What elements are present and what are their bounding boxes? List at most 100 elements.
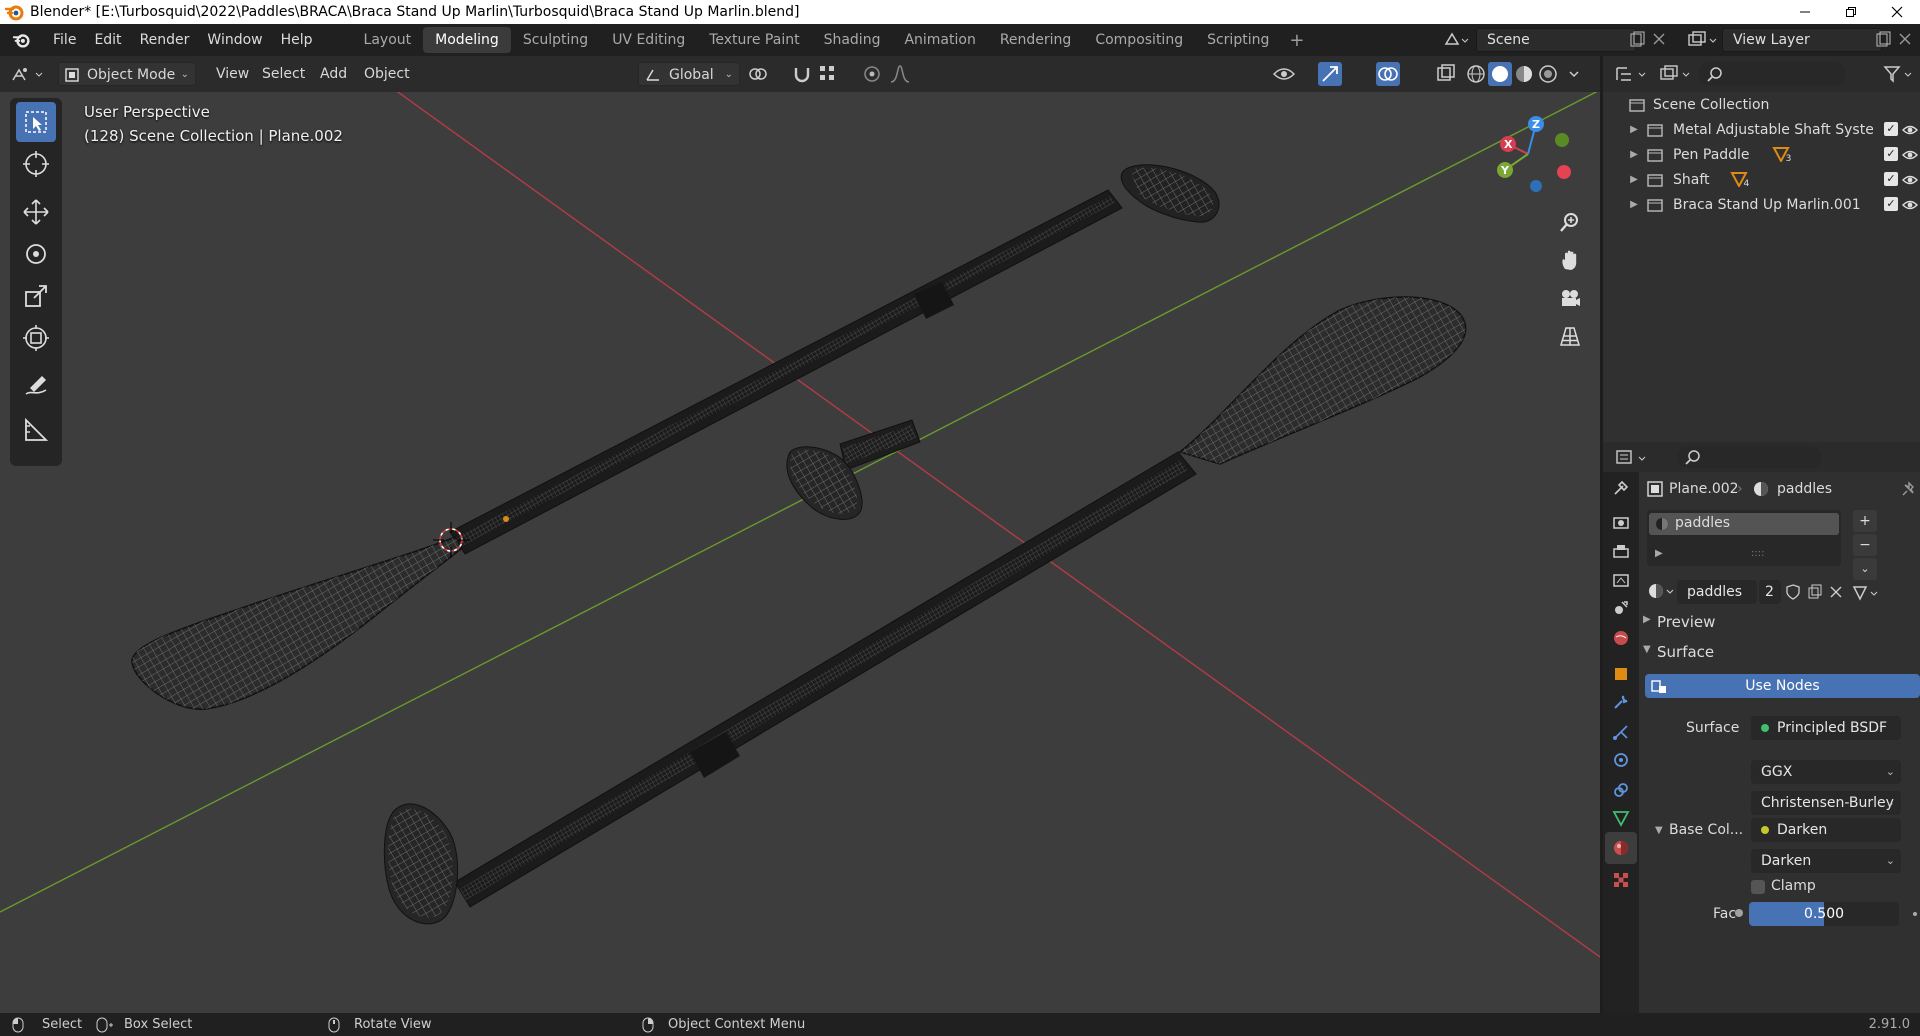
tool-scale[interactable]	[16, 276, 56, 316]
tool-measure[interactable]	[16, 410, 56, 450]
exclude-checkbox[interactable]: ✓	[1884, 147, 1898, 161]
use-nodes-button[interactable]: Use Nodes	[1645, 674, 1920, 698]
menu-help[interactable]: Help	[272, 24, 322, 56]
blender-menu-button[interactable]	[0, 30, 44, 50]
new-scene-icon[interactable]	[1628, 31, 1646, 49]
view-layer-selector-icon[interactable]	[1686, 30, 1720, 50]
proportional-falloff-icon[interactable]	[888, 62, 912, 86]
scene-field[interactable]: Scene	[1476, 28, 1636, 52]
restore-button[interactable]	[1828, 0, 1874, 24]
tool-cursor[interactable]	[16, 144, 56, 184]
tool-annotate[interactable]	[16, 366, 56, 406]
material-slot-row[interactable]: paddles	[1649, 513, 1839, 535]
view-layer-field[interactable]: View Layer	[1722, 28, 1882, 52]
outliner-collection-row[interactable]: ▶ Braca Stand Up Marlin.001 ✓	[1603, 192, 1920, 217]
outliner-collection-row[interactable]: ▶ Pen Paddle 3 ✓	[1603, 142, 1920, 167]
expand-arrow-icon[interactable]: ▼	[1655, 825, 1663, 836]
navigation-gizmo[interactable]: X Y Z	[1480, 102, 1580, 192]
menu-add[interactable]: Add	[312, 62, 355, 86]
solid-shading-icon[interactable]	[1488, 62, 1512, 86]
subsurface-method-dropdown[interactable]: Christensen-Burley ⌄	[1751, 791, 1901, 815]
workspace-tab-uv-editing[interactable]: UV Editing	[600, 27, 697, 53]
tool-move[interactable]	[16, 192, 56, 232]
menu-object[interactable]: Object	[356, 62, 418, 86]
eye-icon[interactable]	[1902, 198, 1918, 212]
menu-select[interactable]: Select	[254, 62, 313, 86]
display-mode-icon[interactable]	[1659, 64, 1695, 84]
menu-view[interactable]: View	[208, 62, 257, 86]
menu-edit[interactable]: Edit	[85, 24, 130, 56]
fake-user-shield-icon[interactable]	[1785, 584, 1801, 600]
outliner-search-input[interactable]	[1699, 62, 1845, 86]
pivot-point-icon[interactable]	[746, 62, 770, 86]
close-window-button[interactable]	[1874, 0, 1920, 24]
xray-toggle-icon[interactable]	[1434, 62, 1458, 86]
material-users-count[interactable]: 2	[1759, 580, 1781, 604]
outliner-editor-type-icon[interactable]	[1615, 64, 1651, 84]
outliner-collection-row[interactable]: ▶ Shaft 4 ✓	[1603, 167, 1920, 192]
remove-view-layer-icon[interactable]	[1898, 32, 1912, 46]
surface-shader-field[interactable]: Principled BSDF	[1751, 716, 1901, 740]
remove-scene-icon[interactable]	[1652, 32, 1666, 46]
tab-object-data[interactable]	[1605, 802, 1637, 834]
tab-tool[interactable]	[1605, 472, 1637, 504]
add-material-slot-button[interactable]: +	[1853, 510, 1877, 532]
pan-button[interactable]	[1554, 244, 1586, 276]
eye-icon[interactable]	[1902, 123, 1918, 137]
list-resize-handle-icon[interactable]: ::::	[1751, 548, 1764, 559]
unlink-material-icon[interactable]	[1829, 585, 1843, 599]
zoom-button[interactable]	[1554, 206, 1586, 238]
selectability-visibility-icon[interactable]	[1272, 62, 1296, 86]
expand-arrow-icon[interactable]: ▶	[1627, 174, 1641, 185]
upper-paddle-mesh[interactable]	[131, 164, 1220, 710]
filter-icon[interactable]	[1883, 64, 1915, 84]
browse-material-icon[interactable]	[1647, 581, 1677, 601]
tool-transform[interactable]	[16, 318, 56, 358]
tab-modifiers[interactable]	[1605, 686, 1637, 718]
detached-t-grip-mesh[interactable]	[786, 419, 921, 520]
expand-arrow-icon[interactable]: ▶	[1627, 199, 1641, 210]
scene-selector-icon[interactable]	[1442, 30, 1472, 50]
clamp-checkbox[interactable]	[1751, 880, 1765, 894]
menu-file[interactable]: File	[44, 24, 85, 56]
new-view-layer-icon[interactable]	[1874, 31, 1892, 49]
tool-select-box[interactable]	[16, 102, 56, 142]
workspace-tab-modeling[interactable]: Modeling	[423, 27, 511, 53]
wireframe-shading-icon[interactable]	[1464, 62, 1488, 86]
gizmo-toggle-icon[interactable]	[1318, 62, 1342, 86]
exclude-checkbox[interactable]: ✓	[1884, 172, 1898, 186]
tab-physics[interactable]	[1605, 744, 1637, 776]
distribution-dropdown[interactable]: GGX ⌄	[1751, 760, 1901, 784]
tab-world[interactable]	[1605, 622, 1637, 654]
workspace-tab-sculpting[interactable]: Sculpting	[511, 27, 600, 53]
surface-panel-header[interactable]: ▼ Surface	[1643, 640, 1920, 666]
proportional-editing-icon[interactable]	[860, 62, 884, 86]
expand-arrow-icon[interactable]: ▶	[1627, 149, 1641, 160]
base-color-input-field[interactable]: Darken	[1751, 818, 1901, 842]
blend-mode-dropdown[interactable]: Darken ⌄	[1751, 849, 1901, 873]
duplicate-material-icon[interactable]	[1807, 584, 1823, 600]
workspace-tab-layout[interactable]: Layout	[352, 27, 424, 53]
workspace-tab-shading[interactable]: Shading	[812, 27, 893, 53]
transform-orientation-dropdown[interactable]: Global ⌄	[638, 62, 740, 86]
tab-material[interactable]	[1605, 832, 1637, 864]
snap-increment-icon[interactable]	[816, 62, 840, 86]
pin-icon[interactable]	[1901, 481, 1917, 497]
properties-editor-type-icon[interactable]	[1615, 448, 1651, 468]
add-workspace-button[interactable]: +	[1281, 30, 1312, 51]
material-name-field[interactable]: paddles	[1677, 580, 1757, 604]
list-expand-arrow-icon[interactable]: ▶	[1655, 548, 1663, 559]
exclude-checkbox[interactable]: ✓	[1884, 197, 1898, 211]
rendered-shading-icon[interactable]	[1536, 62, 1560, 86]
workspace-tab-texture-paint[interactable]: Texture Paint	[697, 27, 811, 53]
editor-type-icon[interactable]	[10, 64, 50, 86]
outliner-scene-collection[interactable]: Scene Collection	[1603, 92, 1920, 117]
perspective-toggle-button[interactable]	[1554, 320, 1586, 352]
eye-icon[interactable]	[1902, 173, 1918, 187]
menu-render[interactable]: Render	[131, 24, 199, 56]
outliner-collection-row[interactable]: ▶ Metal Adjustable Shaft System ✓	[1603, 117, 1920, 142]
workspace-tab-animation[interactable]: Animation	[892, 27, 987, 53]
material-preview-shading-icon[interactable]	[1512, 62, 1536, 86]
workspace-tab-scripting[interactable]: Scripting	[1195, 27, 1281, 53]
preview-panel-header[interactable]: ▶ Preview	[1643, 610, 1920, 636]
